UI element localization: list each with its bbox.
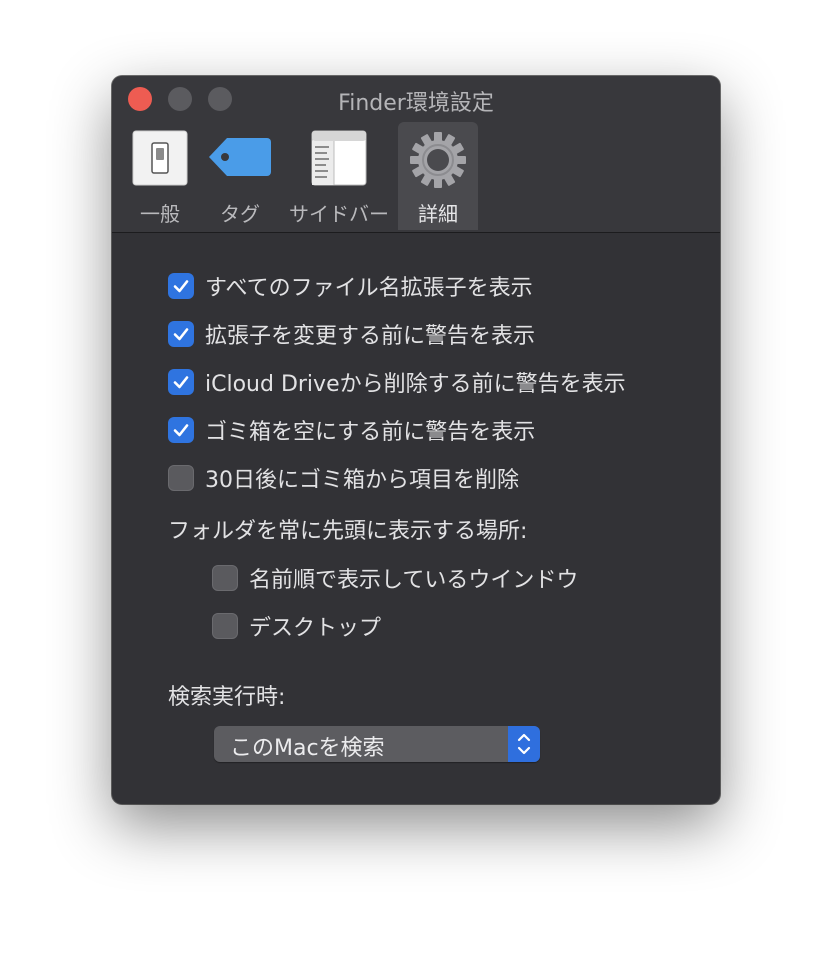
option-label: すべてのファイル名拡張子を表示 [205,276,533,301]
option-label: デスクトップ [249,616,382,641]
tab-sidebar-label: サイドバー [289,202,389,226]
search-scope-popup[interactable]: このMacを検索 [214,726,540,762]
option-warn-icloud-remove[interactable]: iCloud Driveから削除する前に警告を表示 [168,367,626,397]
tab-tags-label: タグ [220,202,260,226]
tab-sidebar[interactable]: サイドバー [284,122,394,230]
option-remove-trash-30-days[interactable]: 30日後にゴミ箱から項目を削除 [168,463,519,493]
checkbox-unchecked-icon[interactable] [212,613,238,639]
checkbox-unchecked-icon[interactable] [168,465,194,491]
option-label: ゴミ箱を空にする前に警告を表示 [205,420,536,445]
checkbox-unchecked-icon[interactable] [212,565,238,591]
window-title: Finder環境設定 [338,91,494,116]
folders-first-heading: フォルダを常に先頭に表示する場所: [168,519,528,544]
sidebar-icon [311,130,367,191]
tab-advanced[interactable]: 詳細 [398,122,478,230]
option-label: 30日後にゴミ箱から項目を削除 [205,468,519,493]
tag-icon [207,136,273,183]
option-label: 名前順で表示しているウインドウ [249,568,579,593]
option-folders-first-windows[interactable]: 名前順で表示しているウインドウ [212,563,578,593]
option-label: iCloud Driveから削除する前に警告を表示 [205,372,626,397]
finder-preferences-window: Finder環境設定 一般 タグ サイドバー 詳細 すべてのファイル名拡張子を表… [112,76,720,804]
option-folders-first-desktop[interactable]: デスクトップ [212,611,381,641]
checkbox-checked-icon[interactable] [168,321,194,347]
search-scope-value: このMacを検索 [230,736,385,761]
tab-general-label: 一般 [140,202,180,226]
option-warn-extension-change[interactable]: 拡張子を変更する前に警告を表示 [168,319,535,349]
gear-icon [408,130,468,195]
search-scope-heading: 検索実行時: [168,685,286,710]
switch-icon [132,130,188,191]
option-show-extensions[interactable]: すべてのファイル名拡張子を表示 [168,271,533,301]
option-label: 拡張子を変更する前に警告を表示 [205,324,536,349]
tab-general[interactable]: 一般 [124,122,196,230]
checkbox-checked-icon[interactable] [168,273,194,299]
option-warn-empty-trash[interactable]: ゴミ箱を空にする前に警告を表示 [168,415,535,445]
titlebar: Finder環境設定 一般 タグ サイドバー 詳細 [112,76,720,233]
updown-chevron-icon[interactable] [508,726,540,762]
tab-advanced-label: 詳細 [418,202,458,226]
checkbox-checked-icon[interactable] [168,369,194,395]
checkbox-checked-icon[interactable] [168,417,194,443]
tab-tags[interactable]: タグ [200,122,280,230]
